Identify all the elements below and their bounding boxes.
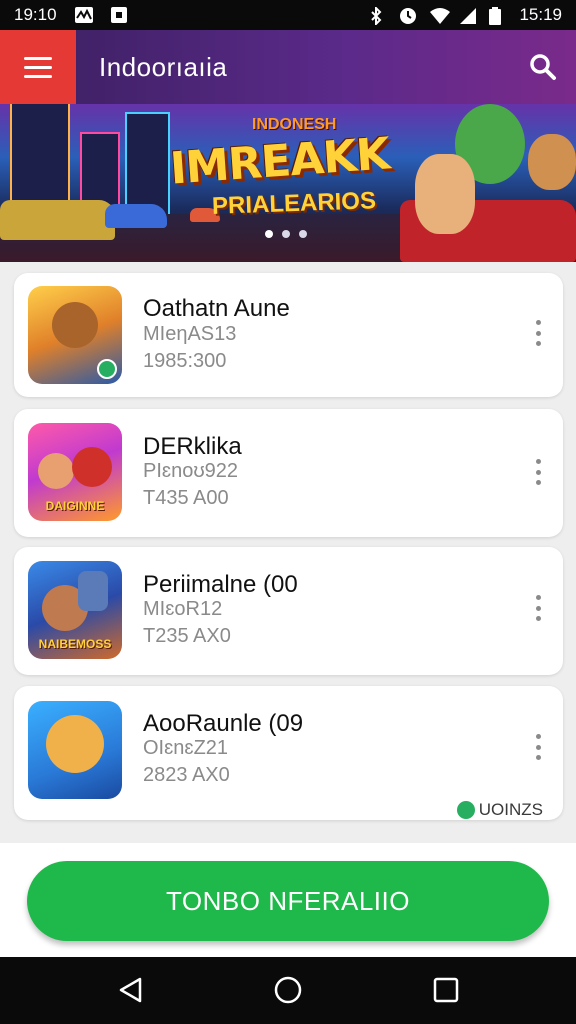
- activity-icon: [74, 7, 93, 23]
- game-stats: 1985:300: [143, 350, 227, 372]
- home-circle-icon: [274, 976, 302, 1004]
- menu-button[interactable]: [0, 30, 76, 104]
- more-options-icon[interactable]: [535, 320, 541, 346]
- home-button[interactable]: [273, 975, 303, 1005]
- status-time-right: 15:19: [519, 5, 562, 24]
- carousel-dot[interactable]: [299, 230, 307, 238]
- thumbnail-caption: DAIGINNE: [45, 499, 105, 513]
- game-title: DERklika: [143, 433, 242, 460]
- game-title: AooRaunle (09: [143, 710, 304, 737]
- game-thumbnail: DAIGINNE: [28, 423, 122, 521]
- carousel-dot[interactable]: [282, 230, 290, 238]
- more-options-icon[interactable]: [535, 459, 541, 485]
- bluetooth-icon: [369, 5, 387, 27]
- game-thumbnail: [28, 286, 122, 384]
- game-subtitle: MIeηΑS13: [143, 323, 237, 345]
- promo-banner[interactable]: Indoorıaıia INDONESH IMREAKK PRIALEARIOS: [0, 30, 576, 262]
- header-strip: [0, 30, 576, 104]
- list-item[interactable]: Oathatn Aune MIeηΑS13 1985:300: [14, 273, 563, 397]
- alarm-icon: [399, 7, 417, 24]
- back-triangle-icon: [119, 977, 142, 1003]
- signal-icon: [459, 7, 477, 24]
- list-item[interactable]: DAIGINNE DERklika PIɛnoʊ922 T435 A00: [14, 409, 563, 537]
- game-thumbnail: NAIBEMOSS: [28, 561, 122, 659]
- list-item[interactable]: NAIBEMOSS Periimalne (00 MIɛoR12 T235 AX…: [14, 547, 563, 675]
- game-title: Periimalne (00: [143, 571, 298, 598]
- banner-subline: PRIALEARIOS: [211, 187, 377, 220]
- recents-square-icon: [433, 977, 459, 1003]
- verified-badge-text: UOINZS: [478, 800, 543, 819]
- game-stats: T435 A00: [143, 487, 229, 509]
- action-area: TONBO NFERALIIO: [0, 843, 576, 957]
- battery-icon: [489, 7, 507, 25]
- status-bar: 19:10 15:19: [0, 0, 576, 30]
- carousel-dot[interactable]: [265, 230, 273, 238]
- verified-badge: UOINZS: [456, 800, 543, 820]
- system-nav-bar: [0, 957, 576, 1024]
- thumbnail-caption: NAIBEMOSS: [38, 637, 112, 651]
- game-subtitle: OIɛnɛZ21: [143, 737, 229, 759]
- banner-tagline: INDONESH: [252, 116, 337, 133]
- notification-icon: [110, 7, 127, 23]
- game-thumbnail: [28, 701, 122, 799]
- verified-check-icon: [456, 801, 475, 819]
- app-title: Indoorıaıia: [99, 52, 228, 82]
- more-options-icon[interactable]: [535, 734, 541, 760]
- search-button[interactable]: [528, 52, 558, 82]
- check-icon: [97, 359, 117, 379]
- back-button[interactable]: [116, 975, 146, 1005]
- game-stats: T235 AX0: [143, 625, 231, 647]
- game-stats: 2823 AX0: [143, 764, 230, 786]
- more-options-icon[interactable]: [535, 595, 541, 621]
- status-time-left: 19:10: [14, 5, 57, 24]
- game-title: Oathatn Aune: [143, 295, 290, 322]
- game-subtitle: PIɛnoʊ922: [143, 460, 239, 482]
- search-icon: [530, 54, 556, 80]
- recents-button[interactable]: [431, 975, 461, 1005]
- primary-action-button[interactable]: TONBO NFERALIIO: [27, 861, 549, 941]
- list-item[interactable]: AooRaunle (09 OIɛnɛZ21 2823 AX0 UOINZS: [14, 686, 563, 820]
- carousel-dots[interactable]: [265, 230, 307, 238]
- wifi-icon: [429, 7, 451, 24]
- game-subtitle: MIɛoR12: [143, 598, 223, 620]
